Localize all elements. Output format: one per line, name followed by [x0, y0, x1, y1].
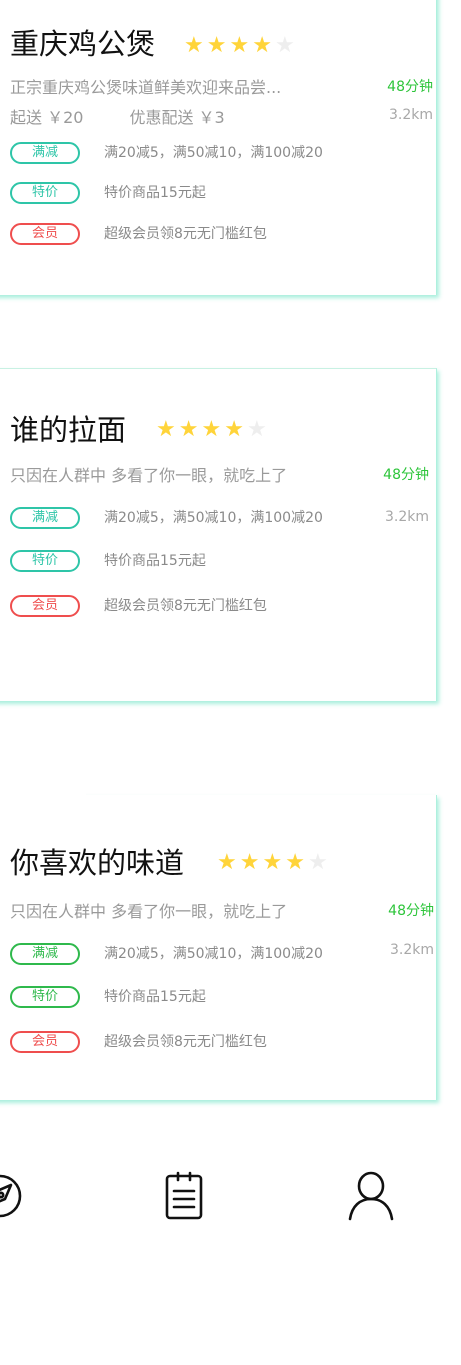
store-card[interactable]: 重庆鸡公煲 ★★★★★ 正宗重庆鸡公煲味道鲜美欢迎来品尝... 48分钟 起送 …: [0, 0, 437, 295]
promo-row: 会员 超级会员领8元无门槛红包: [10, 1031, 267, 1053]
promo-row: 特价 特价商品15元起: [10, 182, 206, 204]
star-filled-icon: ★: [224, 417, 247, 442]
promo-tag-discount: 满减: [10, 943, 80, 965]
star-filled-icon: ★: [206, 33, 230, 58]
promo-tag-discount: 满减: [10, 507, 80, 529]
promo-row: 特价 特价商品15元起: [10, 550, 206, 572]
min-order: 起送 ￥20: [10, 108, 84, 127]
star-filled-icon: ★: [201, 417, 225, 442]
store-description: 正宗重庆鸡公煲味道鲜美欢迎来品尝...: [10, 78, 282, 97]
promo-tag-special: 特价: [10, 986, 80, 1008]
promo-text: 超级会员领8元无门槛红包: [104, 598, 267, 614]
store-list-page: 重庆鸡公煲 ★★★★★ 正宗重庆鸡公煲味道鲜美欢迎来品尝... 48分钟 起送 …: [0, 0, 461, 1365]
promo-tag-member: 会员: [10, 223, 80, 245]
store-card[interactable]: 谁的拉面 ★★★★★ 只因在人群中 多看了你一眼，就吃上了 48分钟 满减 满20…: [0, 368, 437, 701]
star-filled-icon: ★: [229, 33, 253, 58]
star-filled-icon: ★: [184, 33, 207, 58]
promo-text: 特价商品15元起: [104, 185, 206, 201]
promo-tag-special: 特价: [10, 550, 80, 572]
star-empty-icon: ★: [246, 417, 270, 442]
store-name: 谁的拉面: [10, 413, 127, 447]
star-empty-icon: ★: [274, 33, 298, 58]
star-empty-icon: ★: [307, 850, 331, 875]
profile-icon[interactable]: [346, 1170, 394, 1222]
star-filled-icon: ★: [262, 850, 286, 875]
rating-stars: ★★★★★: [217, 852, 331, 874]
discover-icon[interactable]: [0, 1170, 24, 1222]
promo-text: 超级会员领8元无门槛红包: [104, 226, 267, 242]
promo-row: 特价 特价商品15元起: [10, 986, 206, 1008]
star-filled-icon: ★: [178, 417, 202, 442]
delivery-time: 48分钟: [383, 467, 429, 483]
promo-text: 满20减5，满50减10，满100减20: [104, 510, 323, 526]
delivery-time: 48分钟: [388, 903, 434, 919]
promo-tag-member: 会员: [10, 595, 80, 617]
store-card[interactable]: 你喜欢的味道 ★★★★★ 只因在人群中 多看了你一眼，就吃上了 48分钟 满减满…: [0, 792, 437, 1100]
promo-tag-special: 特价: [10, 182, 80, 204]
promo-text: 满20减5，满50减10，满100减20: [104, 145, 323, 161]
promo-row: 满减 满20减5，满50减10，满100减20: [10, 142, 323, 164]
orders-icon[interactable]: [160, 1170, 208, 1222]
promo-text: 特价商品15元起: [104, 553, 206, 569]
promo-row: 会员 超级会员领8元无门槛红包: [10, 223, 267, 245]
distance: 3.2km: [389, 942, 434, 958]
star-filled-icon: ★: [239, 850, 263, 875]
distance: 3.2km: [384, 509, 429, 525]
store-description: 只因在人群中 多看了你一眼，就吃上了: [10, 466, 288, 485]
distance: 3.2km: [388, 107, 433, 123]
promo-text: 满20减5，满50减10，满100减20: [104, 946, 323, 962]
delivery-time: 48分钟: [387, 79, 433, 95]
store-name: 你喜欢的味道: [10, 846, 185, 880]
rating-stars: ★★★★★: [156, 419, 270, 441]
promo-row: 满减 满20减5，满50减10，满100减20: [10, 507, 323, 529]
star-filled-icon: ★: [285, 850, 308, 875]
star-filled-icon: ★: [217, 850, 240, 875]
promo-row: 会员 超级会员领8元无门槛红包: [10, 595, 267, 617]
promo-text: 特价商品15元起: [104, 989, 206, 1005]
promo-tag-discount: 满减: [10, 142, 80, 164]
rating-stars: ★★★★★: [184, 35, 298, 57]
promo-text: 超级会员领8元无门槛红包: [104, 1034, 267, 1050]
delivery-info: 起送 ￥20 优惠配送 ￥3: [10, 108, 225, 128]
star-filled-icon: ★: [156, 417, 179, 442]
promo-tag-member: 会员: [10, 1031, 80, 1053]
star-filled-icon: ★: [252, 33, 275, 58]
delivery-fee: 优惠配送 ￥3: [129, 108, 225, 127]
store-description: 只因在人群中 多看了你一眼，就吃上了: [10, 902, 288, 921]
promo-row: 满减 满20减5，满50减10，满100减20: [10, 943, 323, 965]
store-name: 重庆鸡公煲: [10, 27, 156, 61]
